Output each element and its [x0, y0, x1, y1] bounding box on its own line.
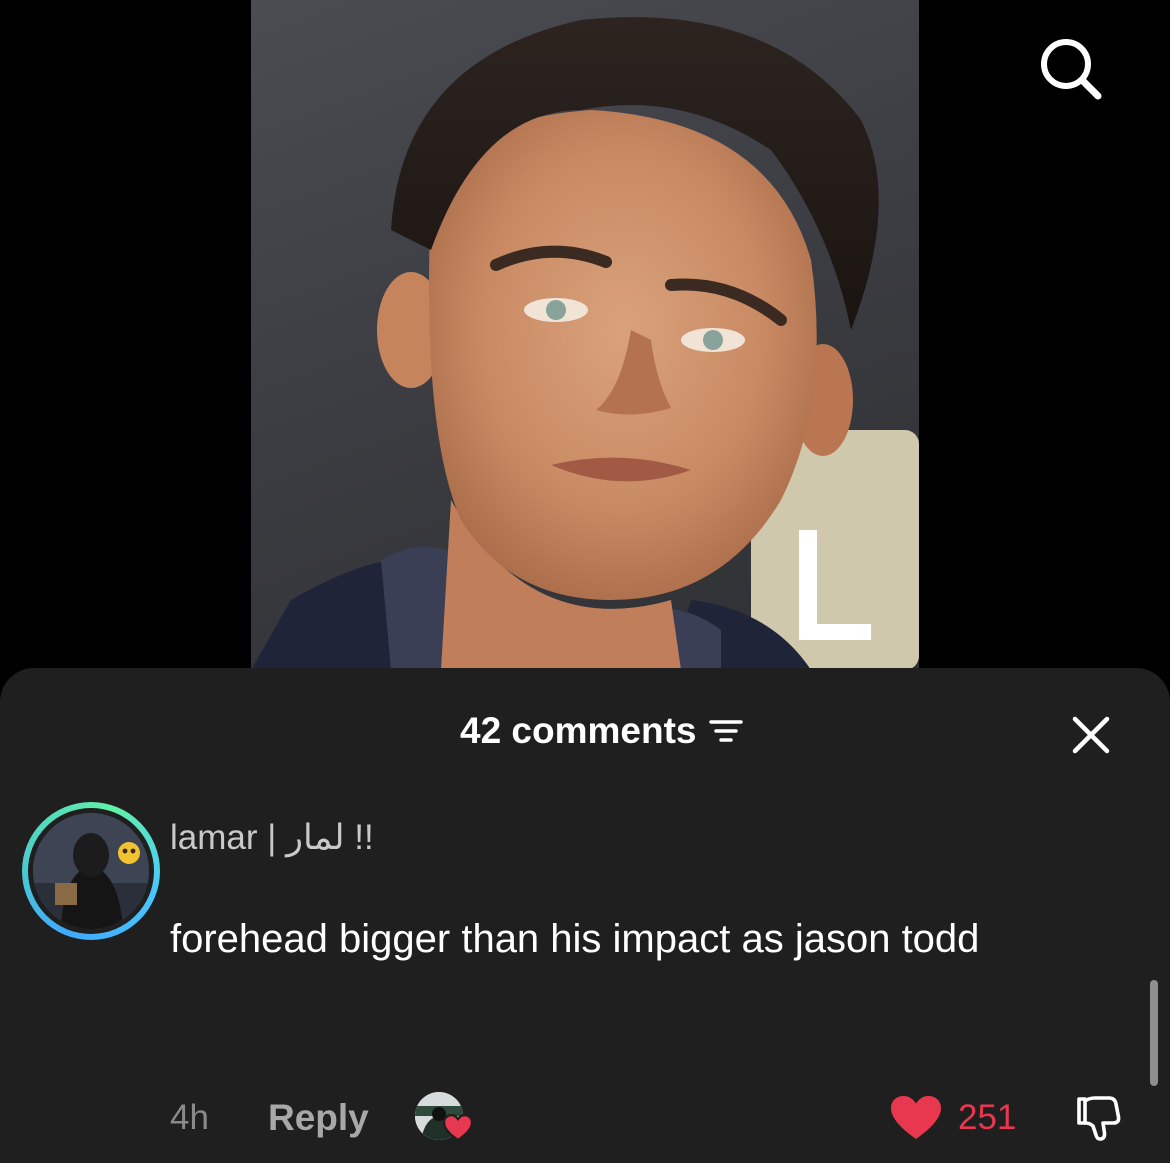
search-icon: [1041, 39, 1102, 100]
comment-count-label: 42 comments: [460, 710, 697, 751]
like-button[interactable]: 251: [890, 1088, 1016, 1148]
comments-sheet: 42 comments lamar | لمار !! forehead big…: [0, 668, 1170, 1163]
like-count: 251: [958, 1098, 1017, 1137]
heart-icon: [442, 1114, 473, 1142]
close-button[interactable]: [1062, 706, 1120, 764]
comments-header: 42 comments: [0, 668, 1170, 794]
video-frame[interactable]: [251, 0, 919, 670]
avatar: [33, 813, 149, 929]
comment-username[interactable]: lamar | لمار !!: [170, 818, 374, 858]
comment-actions: 4h Reply: [170, 1088, 479, 1148]
comment-text: forehead bigger than his impact as jason…: [170, 917, 980, 961]
screen: 42 comments lamar | لمار !! forehead big…: [0, 0, 1170, 1163]
filter-icon: [708, 720, 743, 742]
commenter-avatar-button[interactable]: [22, 802, 160, 940]
comment-timestamp: 4h: [170, 1098, 209, 1137]
comment-count-button[interactable]: 42 comments: [460, 708, 743, 754]
scrollbar[interactable]: [1150, 980, 1158, 1086]
close-icon: [1072, 716, 1110, 754]
thumbs-down-icon: [1077, 1096, 1121, 1141]
reply-button[interactable]: Reply: [268, 1097, 369, 1139]
search-button[interactable]: [1018, 32, 1124, 106]
creator-liked-badge: [414, 1090, 479, 1146]
portrait-photo: [251, 17, 919, 670]
heart-icon: [891, 1096, 941, 1139]
dislike-button[interactable]: [1068, 1090, 1126, 1148]
